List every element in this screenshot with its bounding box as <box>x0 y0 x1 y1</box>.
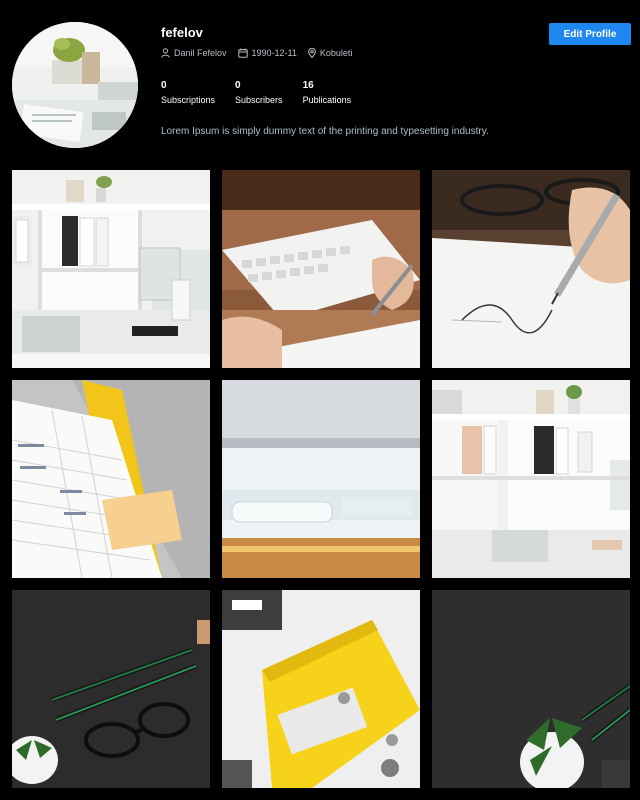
meta-name: Danil Fefelov <box>161 48 227 58</box>
yellow-folder-image <box>12 380 210 578</box>
full-name: Danil Fefelov <box>174 48 227 58</box>
yellow-binder-image <box>222 590 420 788</box>
office-shelves-image <box>12 170 210 368</box>
hands-writing-image <box>222 170 420 368</box>
stat-label: Subscriptions <box>161 95 216 105</box>
hand-signing-image <box>432 170 630 368</box>
gallery-item-office-shelves-2[interactable] <box>432 380 630 578</box>
pens-glasses-image <box>12 590 210 788</box>
gallery-item-yellow-folder[interactable] <box>12 380 210 578</box>
gallery-item-office-shelves[interactable] <box>12 170 210 368</box>
publications-grid <box>12 170 632 788</box>
gallery-item-desk-documents[interactable] <box>222 380 420 578</box>
gallery-item-pens-glasses[interactable] <box>12 590 210 788</box>
stat-value: 16 <box>302 80 314 91</box>
gallery-item-hand-signing[interactable] <box>432 170 630 368</box>
profile-meta: Danil Fefelov 1990-12-11 Kobuleti <box>161 48 363 58</box>
location: Kobuleti <box>319 48 353 58</box>
gallery-item-yellow-binder[interactable] <box>222 590 420 788</box>
gallery-item-dark-desk-plant[interactable] <box>432 590 630 788</box>
desk-documents-image <box>222 380 420 578</box>
stat-label: Subscribers <box>235 95 283 105</box>
stat-publications[interactable]: 16 Publications <box>303 80 352 105</box>
gallery-item-hands-writing[interactable] <box>222 170 420 368</box>
stat-value: 0 <box>161 80 167 91</box>
dark-desk-plant-image <box>432 590 630 788</box>
location-pin-icon <box>308 48 316 58</box>
calendar-icon <box>237 48 248 58</box>
meta-birth-date: 1990-12-11 <box>237 48 297 58</box>
profile-bio: Lorem Ipsum is simply dummy text of the … <box>161 126 489 137</box>
profile-avatar[interactable] <box>12 22 138 148</box>
office-shelves-2-image <box>432 380 630 578</box>
stat-label: Publications <box>302 95 352 105</box>
avatar-icon <box>12 22 138 148</box>
stat-subscriptions[interactable]: 0 Subscriptions <box>161 80 215 105</box>
stat-value: 0 <box>235 80 241 91</box>
username: fefelov <box>161 25 203 40</box>
meta-location: Kobuleti <box>308 48 353 58</box>
birth-date: 1990-12-11 <box>251 48 297 58</box>
stat-subscribers[interactable]: 0 Subscribers <box>235 80 283 105</box>
edit-profile-button[interactable]: Edit Profile <box>549 23 631 45</box>
profile-stats: 0 Subscriptions 0 Subscribers 16 Publica… <box>161 80 371 105</box>
user-icon <box>161 48 170 58</box>
